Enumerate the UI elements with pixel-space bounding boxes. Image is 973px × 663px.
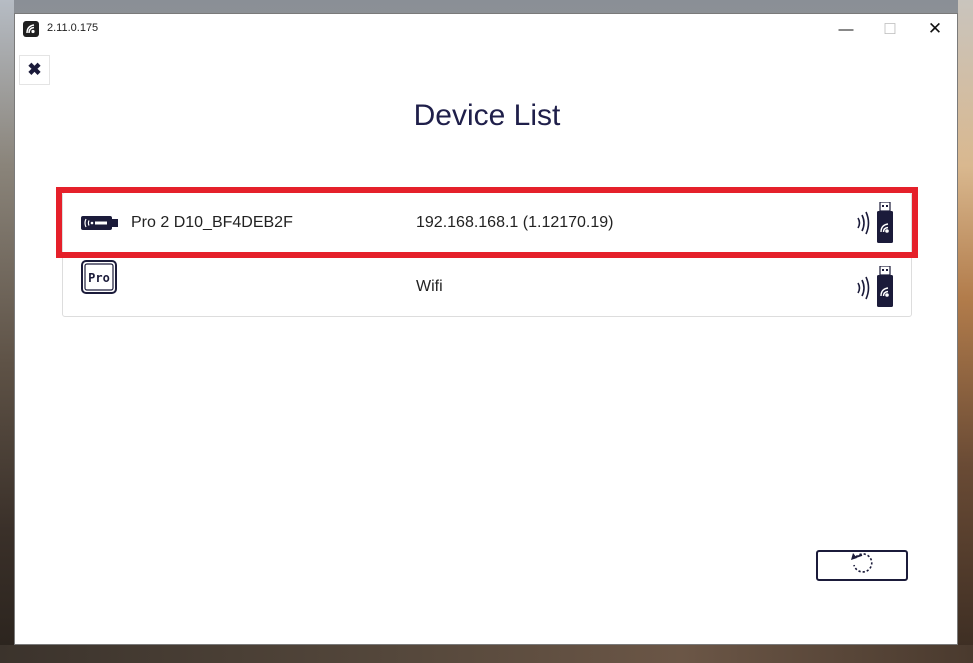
- app-window: 2.11.0.175 — ☐ ✕ ✖ Device List Pro 2 D10…: [14, 13, 958, 645]
- desktop-background-bottom: [0, 645, 973, 663]
- pro-badge-text: Pro: [88, 271, 110, 285]
- close-page-button[interactable]: ✖: [19, 55, 50, 85]
- refresh-button[interactable]: [816, 550, 908, 581]
- refresh-icon: [849, 551, 875, 580]
- maximize-button[interactable]: ☐: [867, 14, 913, 44]
- app-version: 2.11.0.175: [47, 22, 99, 34]
- usb-stick-icon: [876, 265, 894, 313]
- window-close-button[interactable]: ✕: [912, 14, 958, 44]
- pro-badge-icon: Pro: [81, 260, 117, 299]
- maximize-icon: ☐: [883, 21, 897, 38]
- app-icon: [23, 21, 39, 37]
- minimize-button[interactable]: —: [823, 14, 869, 44]
- minimize-icon: —: [838, 20, 854, 38]
- page-title: Device List: [413, 99, 561, 132]
- close-x-icon: ✖: [27, 60, 42, 79]
- close-icon: ✕: [927, 19, 943, 38]
- title-bar[interactable]: 2.11.0.175 — ☐ ✕: [15, 14, 957, 44]
- selection-highlight: [56, 187, 918, 258]
- device-connection: Wifi: [416, 278, 443, 295]
- device-row[interactable]: Pro Wifi: [63, 255, 911, 318]
- signal-waves-icon: [856, 276, 872, 305]
- desktop-background-left: [0, 0, 14, 663]
- desktop-background-right: [958, 0, 973, 663]
